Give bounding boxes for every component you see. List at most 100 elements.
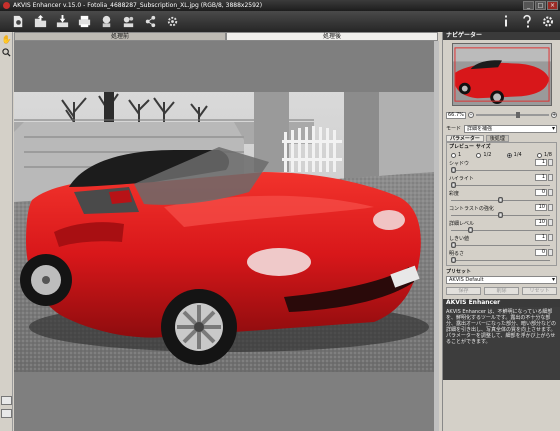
param-value-input[interactable]: 1 — [535, 234, 547, 241]
tab-before[interactable]: 処理前 — [14, 32, 226, 41]
param-value-input[interactable]: 0 — [535, 189, 547, 196]
canvas-scrollbar[interactable] — [434, 41, 439, 431]
param-value-input[interactable]: 0 — [535, 249, 547, 256]
zoom-slider[interactable] — [476, 112, 549, 118]
param-row: シャドウ 1 — [449, 159, 554, 174]
param-slider-knob[interactable] — [450, 242, 456, 248]
param-slider-knob[interactable] — [450, 167, 456, 173]
param-label: 詳細レベル — [449, 221, 475, 227]
share-icon[interactable] — [142, 14, 158, 30]
param-row: 彩度 0 — [449, 189, 554, 204]
zoom-out-icon[interactable]: – — [468, 112, 474, 118]
help-icon[interactable] — [521, 14, 533, 28]
param-slider-knob[interactable] — [497, 197, 503, 203]
tab-after[interactable]: 処理後 — [226, 32, 438, 41]
navigator-title: ナビゲーター — [443, 32, 560, 40]
parameter-tabs: パラメーター 後処理 — [446, 135, 557, 142]
view-tabs: 処理前 処理後 — [14, 32, 438, 41]
param-spinner[interactable] — [548, 234, 553, 241]
param-value-input[interactable]: 1 — [535, 174, 547, 181]
batch-icon[interactable] — [98, 14, 114, 30]
preview-radio-1[interactable]: 1 — [451, 152, 461, 158]
zoom-row: 66.7% – + — [446, 111, 557, 119]
run-icon[interactable] — [164, 14, 180, 30]
toolbar-right — [500, 14, 554, 28]
layout-toggle-icon[interactable] — [1, 409, 12, 418]
zoom-in-icon[interactable]: + — [551, 112, 557, 118]
parameter-list: シャドウ 1 ハイライト 1 彩度 0 コントラストの強化 10 詳細レベル 10 しきい値 1 明るさ… — [449, 159, 554, 264]
preview-size-radios: 1 1/2 1/4 1/8 — [449, 151, 554, 159]
open-icon[interactable] — [32, 14, 48, 30]
settings-panel: ナビゲーター 66.7% – + モード 詳細を補強 パラメーター 後処理 プレ… — [442, 32, 560, 431]
param-spinner[interactable] — [548, 189, 553, 196]
navigator-thumbnail[interactable] — [452, 43, 552, 106]
preview-size-label: プレビュー サイズ — [449, 144, 491, 150]
preview-radio-1-8[interactable]: 1/8 — [536, 152, 552, 158]
param-row: 詳細レベル 10 — [449, 219, 554, 234]
mode-row: モード 詳細を補強 — [446, 124, 557, 133]
param-label: しきい値 — [449, 236, 470, 242]
presets-label: プリセット — [446, 269, 472, 275]
param-slider-knob[interactable] — [468, 227, 474, 233]
home-icon[interactable] — [10, 14, 26, 30]
zoom-tool-icon[interactable] — [1, 47, 12, 58]
param-slider[interactable] — [451, 260, 550, 261]
about-title: AKVIS Enhancer — [443, 299, 560, 307]
save-icon[interactable] — [54, 14, 70, 30]
preferences-icon[interactable] — [542, 14, 554, 28]
zoom-select[interactable]: 66.7% — [446, 111, 466, 119]
print-icon[interactable] — [76, 14, 92, 30]
minimize-button[interactable]: _ — [523, 1, 534, 10]
tab-post-processing[interactable]: 後処理 — [485, 135, 509, 142]
param-value-input[interactable]: 1 — [535, 159, 547, 166]
param-row: 明るさ 0 — [449, 249, 554, 264]
param-row: ハイライト 1 — [449, 174, 554, 189]
preset-select[interactable]: AKVIS Default — [446, 276, 557, 284]
param-slider[interactable] — [451, 230, 550, 231]
param-value-input[interactable]: 10 — [535, 204, 547, 211]
window-title: AKVIS Enhancer v.15.0 - Fotolia_4688287_… — [13, 2, 263, 9]
tab-parameters[interactable]: パラメーター — [446, 135, 484, 142]
preview-radio-1-2[interactable]: 1/2 — [476, 152, 491, 158]
about-text: AKVIS Enhancer は、不鮮明になっている細部を、鮮明化するツールです… — [443, 307, 560, 380]
background-color-swatch[interactable] — [1, 396, 12, 405]
param-spinner[interactable] — [548, 204, 553, 211]
param-label: 明るさ — [449, 251, 465, 257]
param-spinner[interactable] — [548, 174, 553, 181]
param-slider[interactable] — [451, 170, 550, 171]
image-canvas[interactable] — [14, 41, 438, 431]
param-slider-knob[interactable] — [450, 182, 456, 188]
param-value-input[interactable]: 10 — [535, 219, 547, 226]
param-slider-knob[interactable] — [450, 257, 456, 263]
parameters-box: プレビュー サイズ 1 1/2 1/4 1/8 シャドウ 1 ハイライト 1 彩度 0 コン… — [446, 142, 557, 266]
settings-icon[interactable] — [120, 14, 136, 30]
preview-radio-1-4[interactable]: 1/4 — [506, 152, 522, 158]
mode-select[interactable]: 詳細を補強 — [464, 124, 557, 133]
param-slider[interactable] — [451, 185, 550, 186]
param-slider[interactable] — [451, 245, 550, 246]
app-window: AKVIS Enhancer v.15.0 - Fotolia_4688287_… — [0, 0, 560, 431]
save-preset-button[interactable]: 保存 — [446, 287, 481, 295]
param-spinner[interactable] — [548, 249, 553, 256]
param-label: ハイライト — [449, 176, 474, 182]
mode-label: モード — [446, 126, 462, 132]
param-slider-knob[interactable] — [497, 212, 503, 218]
preset-buttons: 保存 削除 リセット — [446, 287, 557, 295]
param-label: シャドウ — [449, 161, 470, 167]
maximize-button[interactable]: □ — [535, 1, 546, 10]
title-bar: AKVIS Enhancer v.15.0 - Fotolia_4688287_… — [0, 0, 560, 11]
reset-preset-button[interactable]: リセット — [522, 287, 557, 295]
param-label: 彩度 — [449, 191, 460, 197]
param-spinner[interactable] — [548, 219, 553, 226]
app-logo-icon — [3, 2, 10, 9]
hand-tool-icon[interactable]: ✋ — [1, 34, 12, 45]
close-button[interactable]: × — [547, 1, 558, 10]
param-row: コントラストの強化 10 — [449, 204, 554, 219]
param-label: コントラストの強化 — [449, 206, 494, 212]
main-toolbar — [0, 11, 560, 32]
info-icon[interactable] — [500, 14, 512, 28]
delete-preset-button[interactable]: 削除 — [484, 287, 519, 295]
about-section: AKVIS Enhancer AKVIS Enhancer は、不鮮明になってい… — [443, 299, 560, 380]
param-row: しきい値 1 — [449, 234, 554, 249]
param-spinner[interactable] — [548, 159, 553, 166]
